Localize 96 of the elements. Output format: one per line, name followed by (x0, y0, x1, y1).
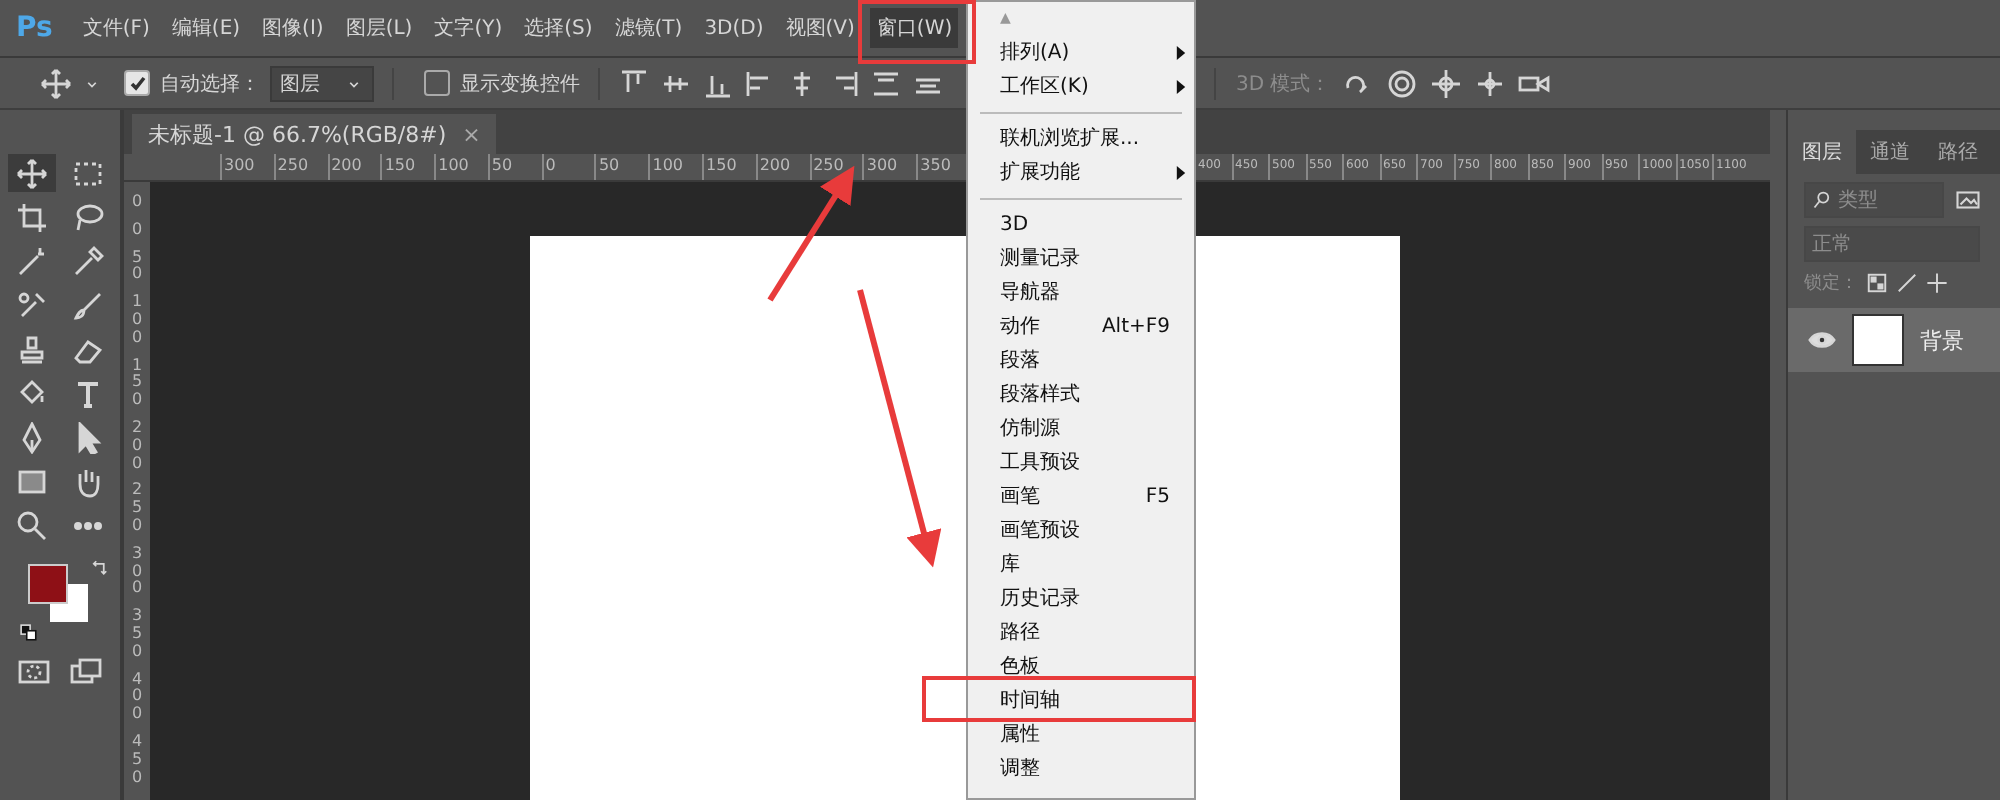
type-icon (72, 377, 104, 409)
menu-item[interactable]: 图层(L) (339, 8, 419, 48)
ruler-label: 0 (129, 194, 145, 212)
menu-item[interactable]: 选择(S) (518, 8, 599, 48)
shortcut-label: Alt+F9 (1101, 314, 1170, 342)
ruler-label: 300 (129, 545, 145, 599)
lock-label: 锁定： (1804, 271, 1858, 296)
marquee-icon (72, 157, 104, 189)
menu-item[interactable]: 画笔预设 (1000, 514, 1194, 548)
ruler-label: 250 (273, 154, 328, 180)
menu-item[interactable]: 路径 (1000, 616, 1194, 650)
document-title: 未标题-1 @ 66.7%(RGB/8#) (148, 119, 447, 149)
menu-item[interactable]: 文字(Y) (428, 8, 509, 48)
panel-tab[interactable]: 通道 (1856, 130, 1924, 174)
selected-tool-button[interactable] (8, 154, 56, 192)
menu-item[interactable]: 色板 (1000, 650, 1194, 684)
ruler-label: 350 (129, 608, 145, 662)
ruler-label: 200 (755, 154, 810, 180)
menu-item[interactable]: 窗口(W) (870, 8, 959, 48)
ruler-label: 200 (327, 154, 381, 180)
checkbox[interactable] (424, 70, 450, 96)
checkbox-label: 自动选择： (160, 71, 260, 97)
app-logo: Ps (16, 12, 53, 44)
ruler-label: 450 (129, 733, 145, 787)
menu-item[interactable]: 导航器 (1000, 276, 1194, 310)
crop-icon (16, 201, 48, 233)
layer-name: 背景 (1920, 325, 1964, 355)
eye-icon[interactable] (1808, 326, 1836, 354)
menu-item[interactable]: 测量记录 (1000, 242, 1194, 276)
menu-item[interactable]: 时间轴 (1000, 684, 1194, 718)
menu-item[interactable]: 排列(A) (1000, 36, 1176, 70)
menu-item[interactable]: 3D(D) (698, 11, 770, 45)
menu-item[interactable]: 编辑(E) (165, 8, 247, 48)
target-dropdown[interactable]: 图层 (270, 65, 374, 101)
eyedropper-icon (72, 245, 104, 277)
menu-item[interactable]: 滤镜(T) (608, 8, 689, 48)
mode-label: 3D 模式： (1236, 71, 1331, 97)
panel-tab[interactable]: 图层 (1788, 130, 1856, 174)
healing-brush-icon (16, 289, 48, 321)
zoom-icon (16, 509, 48, 541)
checkbox[interactable] (124, 70, 150, 96)
menu-item[interactable]: 段落 (1000, 344, 1194, 378)
highlight-frame (858, 0, 976, 64)
layer-thumbnail (1852, 314, 1904, 366)
menu-item[interactable]: 扩展功能 (1000, 156, 1176, 190)
ruler-label: 0 (129, 221, 145, 240)
document-tab[interactable]: 未标题-1 @ 66.7%(RGB/8#) × (132, 114, 497, 154)
shortcut-label: F5 (1145, 484, 1170, 512)
align-icon[interactable] (870, 67, 902, 99)
menu-item[interactable]: 画笔 (1000, 480, 1146, 514)
ruler-label: 50 (129, 249, 145, 285)
layer-row[interactable]: 背景 (1788, 308, 2000, 372)
quick-mask-icon[interactable] (18, 656, 50, 688)
ruler-label: 400 (129, 671, 145, 724)
color-swatches-drawing[interactable] (28, 564, 88, 622)
menu-item[interactable]: 视图(V) (779, 8, 861, 48)
stamp-icon (16, 333, 48, 365)
menu-item[interactable]: 文件(F) (76, 8, 156, 48)
image-filter-icon[interactable] (1956, 188, 1980, 212)
swap-arrows-icon[interactable] (90, 560, 110, 580)
screen-mode-icon[interactable] (70, 656, 102, 688)
ruler-label: 250 (809, 154, 863, 180)
rectangle-icon (16, 465, 48, 497)
checkbox-label: 显示变换控件 (460, 71, 580, 97)
ruler-label: 150 (129, 357, 145, 410)
menu-item[interactable]: 工具预设 (1000, 446, 1194, 480)
ruler-label: 100 (434, 154, 488, 180)
menu-item[interactable]: 仿制源 (1000, 412, 1194, 446)
ruler-label: 250 (129, 482, 145, 536)
menu-item[interactable]: 库 (1000, 548, 1194, 582)
default-colors-icon[interactable] (20, 624, 38, 642)
menu-item[interactable]: 历史记录 (1000, 582, 1194, 616)
ruler-label: 150 (380, 154, 435, 180)
ruler-label: 300 (862, 154, 917, 180)
menu-item[interactable]: 段落样式 (1000, 378, 1194, 412)
ruler-label: 150 (702, 154, 756, 180)
menu-item[interactable]: 联机浏览扩展... (1000, 122, 1194, 156)
ruler-label: 300 (220, 154, 274, 180)
lasso-icon (72, 201, 104, 233)
menu-item[interactable]: 工作区(K) (1000, 70, 1176, 104)
menu-item[interactable]: 调整 (1000, 752, 1194, 786)
ruler-label: 200 (129, 419, 145, 473)
checkerboard-icon[interactable] (1866, 272, 1888, 294)
ruler-label: 0 (541, 154, 595, 180)
ruler-label: 100 (648, 154, 703, 180)
panel-tab[interactable]: 路径 (1924, 130, 1992, 174)
magic-wand-icon (16, 245, 48, 277)
ruler-label: 50 (487, 154, 542, 180)
more-icon (72, 521, 104, 529)
menu-item[interactable]: 图像(I) (256, 8, 330, 48)
search-icon (1812, 190, 1832, 210)
menu-item[interactable]: 3D (1000, 208, 1194, 242)
ruler-label: 50 (594, 154, 649, 180)
menu-item[interactable]: 动作 (1000, 310, 1102, 344)
ruler-label: 100 (129, 294, 145, 348)
menu-item[interactable]: 属性 (1000, 718, 1194, 752)
